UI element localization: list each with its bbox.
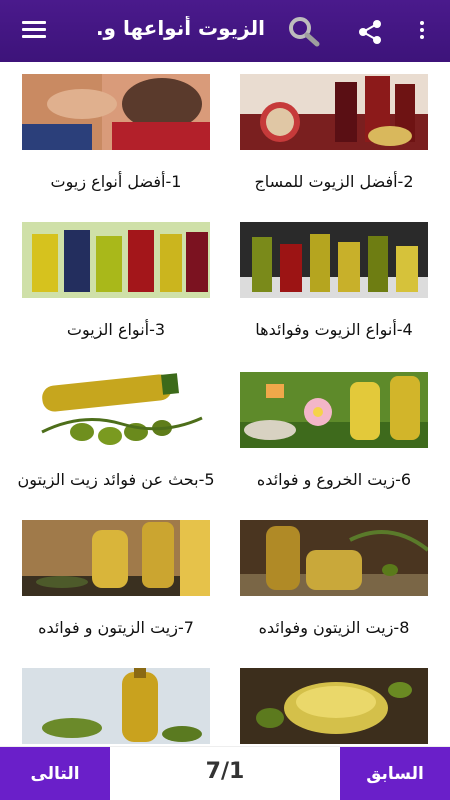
item-title: 6-زيت الخروع و فوائده — [256, 470, 412, 489]
thumbnail-image — [240, 668, 428, 744]
item-title: 4-أنواع الزيوت وفوائدها — [255, 320, 413, 339]
item-title: 1-أفضل أنواع زيوت — [50, 172, 182, 191]
thumbnail-image — [240, 74, 428, 150]
app-title: الزيوت أنواعها و... — [95, 16, 265, 40]
thumbnail-image — [22, 520, 210, 596]
search-icon[interactable] — [286, 14, 322, 48]
item-title: 2-أفضل الزيوت للمساج — [254, 172, 414, 191]
thumbnail-image — [240, 372, 428, 448]
thumbnail-image — [240, 520, 428, 596]
item-title: 7-زيت الزيتون و فوائده — [38, 618, 194, 637]
thumbnail-image — [240, 222, 428, 298]
previous-button[interactable]: السابق — [340, 747, 450, 800]
thumbnail-image — [22, 372, 210, 448]
share-icon[interactable] — [355, 17, 385, 47]
page-indicator: 7/1 — [205, 759, 245, 784]
item-title: 3-أنواع الزيوت — [66, 320, 166, 339]
menu-icon[interactable] — [18, 18, 50, 44]
item-title: 8-زيت الزيتون وفوائده — [258, 618, 410, 637]
app-bar: الزيوت أنواعها و... — [0, 0, 450, 62]
more-vert-icon[interactable] — [412, 18, 432, 44]
thumbnail-image — [22, 74, 210, 150]
thumbnail-image — [22, 222, 210, 298]
thumbnail-image — [22, 668, 210, 744]
bottom-bar: التالى 7/1 السابق — [0, 746, 450, 800]
next-button[interactable]: التالى — [0, 747, 110, 800]
item-title: 5-بحث عن فوائد زيت الزيتون — [17, 470, 215, 489]
article-grid: 2-أفضل الزيوت للمساج 1-أفضل أنواع زيوت 4… — [0, 62, 450, 746]
